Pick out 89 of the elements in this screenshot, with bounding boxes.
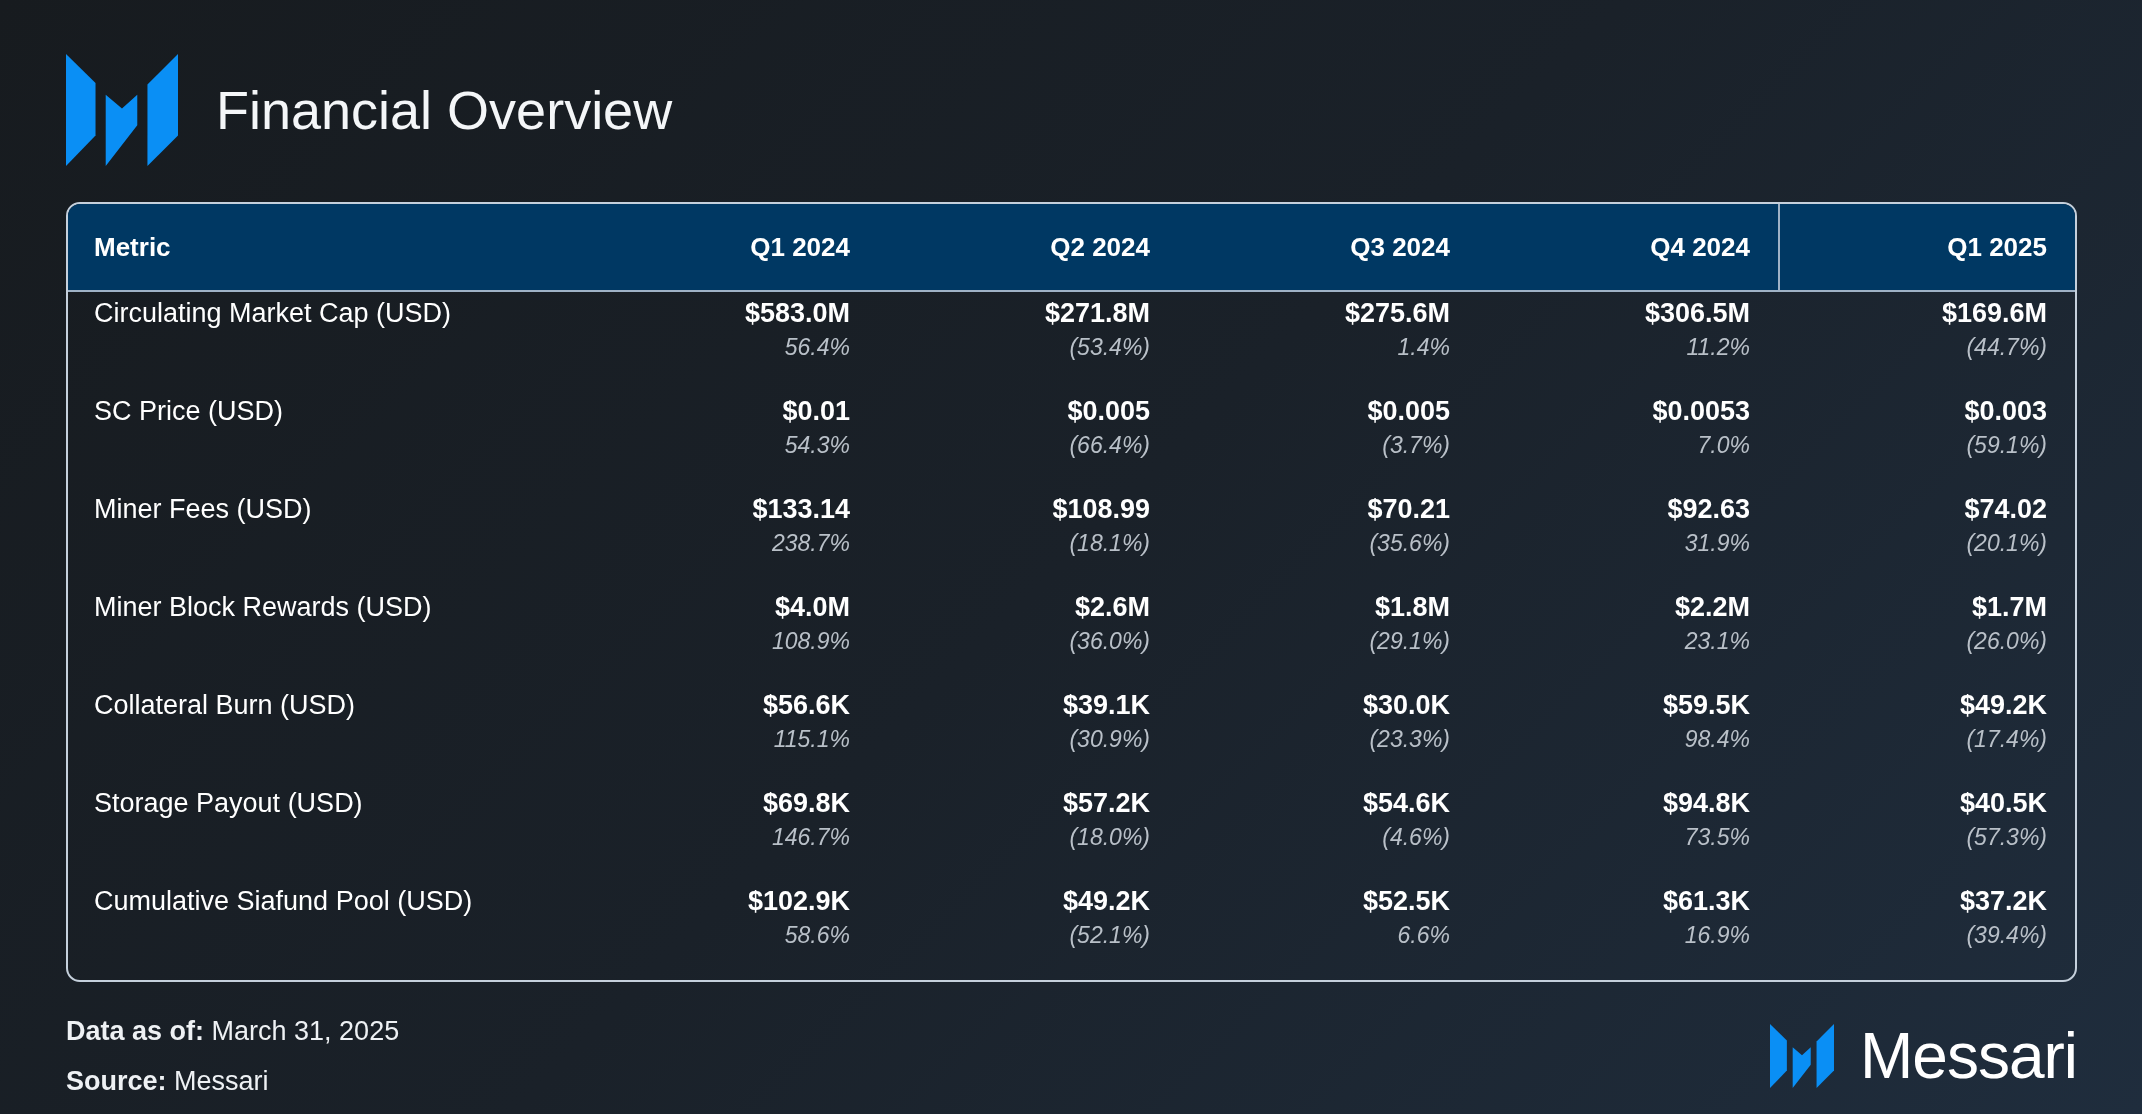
change-percent: 1.4%	[1397, 333, 1450, 362]
footer-note: Source: Messari	[66, 1065, 270, 1098]
metric-value: $102.9K	[747, 885, 850, 918]
metric-label: Collateral Burn (USD)	[94, 690, 356, 720]
change-percent: (4.6%)	[1382, 823, 1450, 852]
change-percent: 56.4%	[784, 333, 850, 362]
metric-value: $0.003	[1964, 395, 2047, 428]
metric-value: $59.5K	[1662, 689, 1750, 722]
metric-value: $74.02	[1964, 493, 2047, 526]
change-percent: (39.4%)	[1966, 921, 2047, 950]
column-header: Q4 2024	[1650, 230, 1750, 264]
change-percent: 31.9%	[1684, 529, 1750, 558]
metric-value: $306.5M	[1644, 297, 1750, 330]
page-title: Financial Overview	[216, 78, 673, 142]
change-percent: (18.0%)	[1069, 823, 1150, 852]
metric-value: $2.2M	[1674, 591, 1750, 624]
metric-value: $271.8M	[1044, 297, 1150, 330]
change-percent: 7.0%	[1697, 431, 1750, 460]
change-percent: (52.1%)	[1069, 921, 1150, 950]
metric-value: $92.63	[1667, 493, 1750, 526]
change-percent: 115.1%	[773, 725, 850, 754]
change-percent: 54.3%	[784, 431, 850, 460]
metric-value: $70.21	[1367, 493, 1450, 526]
metric-value: $275.6M	[1344, 297, 1450, 330]
change-percent: (23.3%)	[1369, 725, 1450, 754]
metric-value: $49.2K	[1959, 689, 2047, 722]
change-percent: (53.4%)	[1069, 333, 1150, 362]
metric-value: $56.6K	[762, 689, 850, 722]
brand-name: Messari	[1859, 1019, 2077, 1094]
column-header: Q1 2024	[750, 230, 850, 264]
metric-value: $133.14	[752, 493, 850, 526]
metric-value: $49.2K	[1062, 885, 1150, 918]
metric-value: $4.0M	[774, 591, 850, 624]
logo-icon	[66, 54, 178, 166]
change-percent: 73.5%	[1684, 823, 1750, 852]
column-header: Metric	[94, 230, 171, 264]
metric-value: $0.005	[1067, 395, 1150, 428]
metric-label: Miner Fees (USD)	[94, 494, 312, 524]
metric-value: $583.0M	[744, 297, 850, 330]
change-percent: (57.3%)	[1966, 823, 2047, 852]
change-percent: 16.9%	[1684, 921, 1750, 950]
metric-value: $52.5K	[1362, 885, 1450, 918]
metric-value: $169.6M	[1941, 297, 2047, 330]
change-percent: (26.0%)	[1966, 627, 2047, 656]
metric-label: Cumulative Siafund Pool (USD)	[94, 886, 473, 916]
change-percent: 23.1%	[1684, 627, 1750, 656]
change-percent: 11.2%	[1686, 333, 1750, 362]
metric-value: $2.6M	[1074, 591, 1150, 624]
metric-value: $54.6K	[1362, 787, 1450, 820]
metric-label: SC Price (USD)	[94, 396, 283, 426]
change-percent: 98.4%	[1684, 725, 1750, 754]
metric-value: $57.2K	[1062, 787, 1150, 820]
change-percent: 108.9%	[772, 627, 850, 656]
metric-label: Miner Block Rewards (USD)	[94, 592, 432, 622]
change-percent: (18.1%)	[1069, 529, 1150, 558]
metric-value: $40.5K	[1959, 787, 2047, 820]
metric-value: $0.005	[1367, 395, 1450, 428]
column-header: Q1 2025	[1947, 230, 2047, 264]
metric-value: $1.8M	[1374, 591, 1450, 624]
change-percent: (66.4%)	[1069, 431, 1150, 460]
metric-value: $0.0053	[1652, 395, 1750, 428]
column-header: Q3 2024	[1350, 230, 1450, 264]
change-percent: 146.7%	[772, 823, 850, 852]
change-percent: (3.7%)	[1382, 431, 1450, 460]
change-percent: (59.1%)	[1966, 431, 2047, 460]
metric-value: $1.7M	[1971, 591, 2047, 624]
logo-icon	[1769, 1024, 1834, 1088]
change-percent: 238.7%	[772, 529, 850, 558]
column-header: Q2 2024	[1050, 230, 1150, 264]
change-percent: (30.9%)	[1069, 725, 1150, 754]
change-percent: 6.6%	[1397, 921, 1450, 950]
metric-value: $69.8K	[762, 787, 850, 820]
change-percent: (36.0%)	[1069, 627, 1150, 656]
metric-value: $61.3K	[1662, 885, 1750, 918]
change-percent: (17.4%)	[1966, 725, 2047, 754]
change-percent: 58.6%	[784, 921, 850, 950]
metric-label: Storage Payout (USD)	[94, 788, 363, 818]
metric-value: $30.0K	[1362, 689, 1450, 722]
metric-value: $0.01	[782, 395, 850, 428]
change-percent: (35.6%)	[1369, 529, 1450, 558]
metric-label: Circulating Market Cap (USD)	[94, 298, 452, 328]
change-percent: (44.7%)	[1966, 333, 2047, 362]
footer-note: Data as of: March 31, 2025	[66, 1014, 400, 1048]
metric-value: $94.8K	[1662, 787, 1750, 820]
metric-value: $108.99	[1052, 493, 1150, 526]
change-percent: (20.1%)	[1966, 529, 2047, 558]
metric-value: $39.1K	[1062, 689, 1150, 722]
change-percent: (29.1%)	[1369, 627, 1450, 656]
metric-value: $37.2K	[1959, 885, 2047, 918]
